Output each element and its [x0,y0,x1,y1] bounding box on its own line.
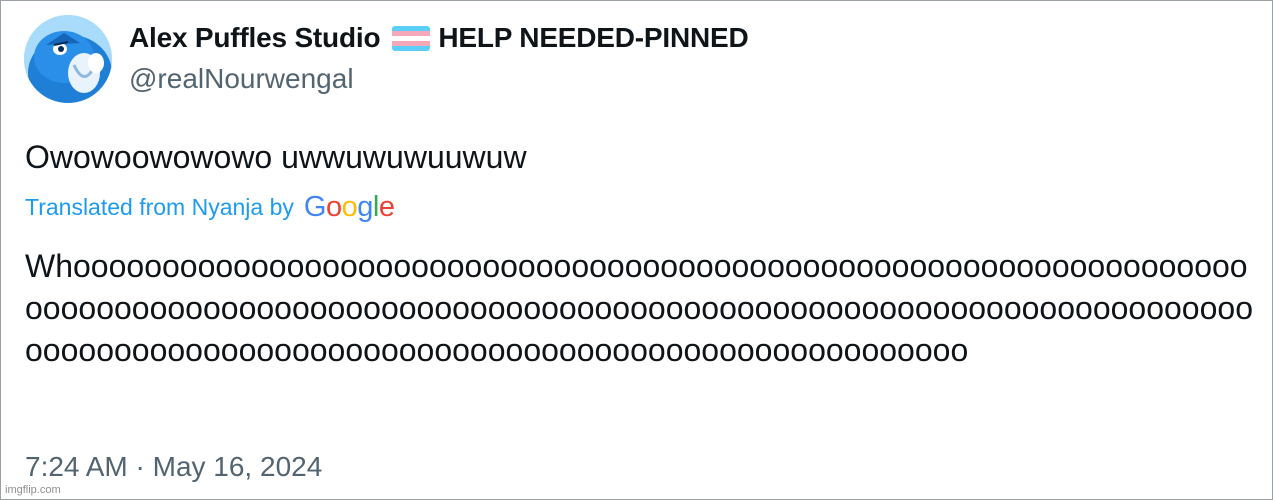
display-name-suffix[interactable]: HELP NEEDED-PINNED [438,22,748,54]
blue-creature-avatar-icon [24,15,112,103]
imgflip-watermark: imgflip.com [5,484,61,496]
tweet-text: Owowoowowowo uwwuwuwuuwuw [25,139,527,175]
translated-text: Whoooooooooooooooooooooooooooooooooooooo… [25,248,1253,368]
tweet-header: Alex Puffles Studio HELP NEEDED-PINNED @… [129,17,749,95]
avatar[interactable] [24,15,112,103]
transgender-flag-icon [392,25,431,51]
display-name[interactable]: Alex Puffles Studio [129,22,381,54]
google-logo-icon: Google [303,191,395,223]
translation-attribution: Translated from Nyanja by Google [25,191,395,224]
name-row: Alex Puffles Studio HELP NEEDED-PINNED [129,17,749,59]
user-handle[interactable]: @realNourwengal [129,63,749,95]
tweet-timestamp[interactable]: 7:24 AM · May 16, 2024 [25,451,322,483]
translated-from-label[interactable]: Translated from Nyanja by [25,194,294,221]
tweet-card: Alex Puffles Studio HELP NEEDED-PINNED @… [0,0,1273,500]
